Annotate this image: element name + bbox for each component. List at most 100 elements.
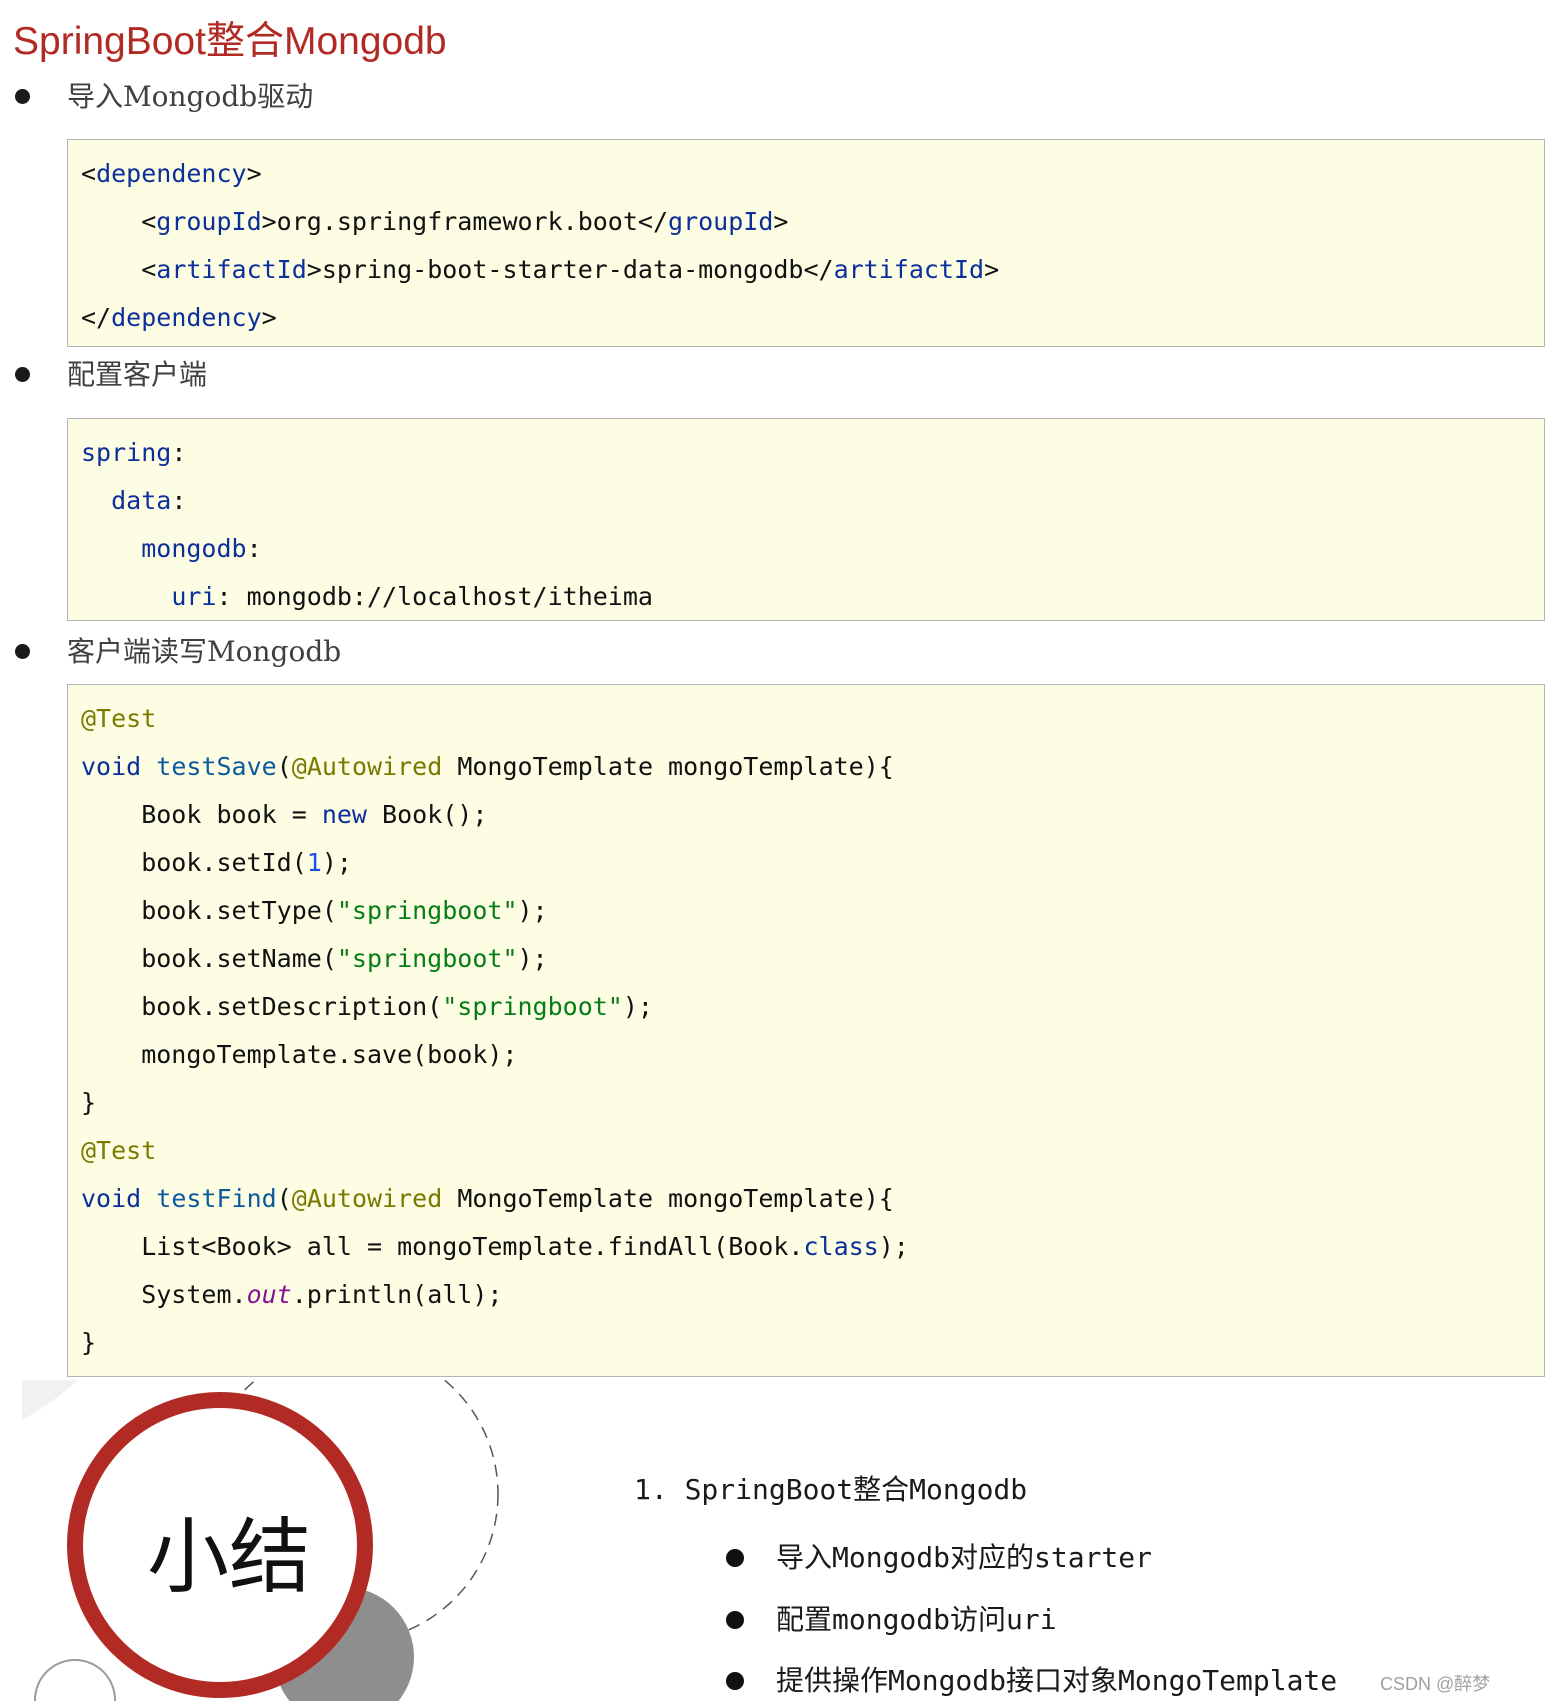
code-token: < <box>81 207 157 236</box>
code-token: ); <box>878 1232 909 1261</box>
bullet-dot <box>15 644 30 659</box>
code-token: dependency <box>96 159 247 188</box>
code-line: book.setName("springboot"); <box>81 935 548 983</box>
code-line: <groupId>org.springframework.boot</group… <box>81 198 788 246</box>
summary-item-text: 配置mongodb访问uri <box>776 1603 1057 1636</box>
bullet-dot <box>15 367 30 382</box>
code-token: List<Book> all = mongoTemplate.findAll(B… <box>81 1232 804 1261</box>
code-token: ); <box>622 992 653 1021</box>
code-token: book.setName( <box>81 944 337 973</box>
code-line: data: <box>81 477 186 525</box>
code-block-test-methods: @Test void testSave(@Autowired MongoTempl… <box>67 684 1545 1377</box>
code-token: : mongodb://localhost/itheima <box>216 582 653 611</box>
code-token: artifactId <box>833 255 985 284</box>
light-gray-shape <box>22 1380 78 1420</box>
code-token: 1 <box>306 848 322 877</box>
code-token: out <box>246 1280 292 1309</box>
code-token: < <box>81 159 97 188</box>
small-outline-circle <box>34 1659 116 1701</box>
code-token: : <box>171 438 187 467</box>
bullet-text: 导入Mongodb驱动 <box>67 80 314 113</box>
code-token: @Test <box>81 1136 157 1165</box>
code-token: ); <box>517 896 548 925</box>
code-token: spring <box>81 438 172 467</box>
code-token: testSave <box>156 752 277 781</box>
code-line: Book book = new Book(); <box>81 791 487 839</box>
code-line: book.setType("springboot"); <box>81 887 548 935</box>
code-token: : <box>246 534 262 563</box>
code-token: > <box>984 255 1000 284</box>
bullet-text: 客户端读写Mongodb <box>67 635 342 668</box>
code-line: mongoTemplate.save(book); <box>81 1031 518 1079</box>
code-token: < <box>81 255 157 284</box>
code-line: List<Book> all = mongoTemplate.findAll(B… <box>81 1223 909 1271</box>
code-token: dependency <box>111 303 262 332</box>
code-token: mongoTemplate.save(book); <box>81 1040 518 1069</box>
code-token: >org.springframework.boot</ <box>261 207 669 236</box>
bullet-dot <box>726 1549 744 1567</box>
bullet-text: 配置客户端 <box>67 358 208 391</box>
code-line: mongodb: <box>81 525 262 573</box>
bullet-dot <box>726 1611 744 1629</box>
code-token: > <box>261 303 277 332</box>
code-block-dependency: <dependency> <groupId>org.springframewor… <box>67 139 1545 347</box>
code-token: new <box>321 800 367 829</box>
code-token: "springboot" <box>336 944 518 973</box>
code-token: "springboot" <box>336 896 518 925</box>
code-line: <artifactId>spring-boot-starter-data-mon… <box>81 246 999 294</box>
code-token: ( <box>276 752 292 781</box>
code-token: ); <box>517 944 548 973</box>
code-token: </ <box>81 303 112 332</box>
code-line: void testSave(@Autowired MongoTemplate m… <box>81 743 894 791</box>
bullet-dot <box>726 1672 744 1690</box>
code-token: Book(); <box>366 800 488 829</box>
code-line: book.setDescription("springboot"); <box>81 983 653 1031</box>
code-token: groupId <box>668 207 774 236</box>
code-token: book.setDescription( <box>81 992 443 1021</box>
code-token: testFind <box>156 1184 277 1213</box>
code-token: book.setId( <box>81 848 307 877</box>
code-token: @Test <box>81 704 157 733</box>
code-token: .println(all); <box>291 1280 503 1309</box>
code-line: } <box>81 1079 96 1127</box>
code-token: uri <box>171 582 217 611</box>
code-line: @Test <box>81 695 156 743</box>
code-token: void <box>81 1184 142 1213</box>
code-token: MongoTemplate mongoTemplate){ <box>442 1184 894 1213</box>
code-token: data <box>111 486 172 515</box>
code-line: book.setId(1); <box>81 839 352 887</box>
code-line: System.out.println(all); <box>81 1271 502 1319</box>
code-token: > <box>246 159 262 188</box>
code-token: "springboot" <box>442 992 623 1021</box>
code-token: } <box>81 1088 97 1117</box>
summary-item-text: 提供操作Mongodb接口对象MongoTemplate <box>776 1664 1338 1697</box>
code-token: Book book = <box>81 800 322 829</box>
code-token: @Autowired <box>291 752 443 781</box>
summary-heading: 1. SpringBoot整合Mongodb <box>634 1473 1028 1506</box>
code-token: artifactId <box>156 255 307 284</box>
summary-item-text: 导入Mongodb对应的starter <box>776 1541 1153 1574</box>
code-line: } <box>81 1319 96 1367</box>
code-token: @Autowired <box>291 1184 443 1213</box>
code-token: class <box>803 1232 879 1261</box>
page-title: SpringBoot整合Mongodb <box>13 20 447 63</box>
code-token: > <box>773 207 789 236</box>
code-line: void testFind(@Autowired MongoTemplate m… <box>81 1175 894 1223</box>
code-token: ); <box>321 848 352 877</box>
code-line: uri: mongodb://localhost/itheima <box>81 573 653 621</box>
code-line: spring: <box>81 429 186 477</box>
code-token: book.setType( <box>81 896 337 925</box>
code-line: </dependency> <box>81 294 277 342</box>
code-token: : <box>171 486 187 515</box>
code-token: System. <box>81 1280 247 1309</box>
summary-badge: 小结 <box>147 1510 312 1605</box>
bullet-dot <box>15 89 30 104</box>
code-block-config: spring: data: mongodb: uri: mongodb://lo… <box>67 418 1545 621</box>
code-token: mongodb <box>141 534 247 563</box>
code-line: <dependency> <box>81 150 262 198</box>
